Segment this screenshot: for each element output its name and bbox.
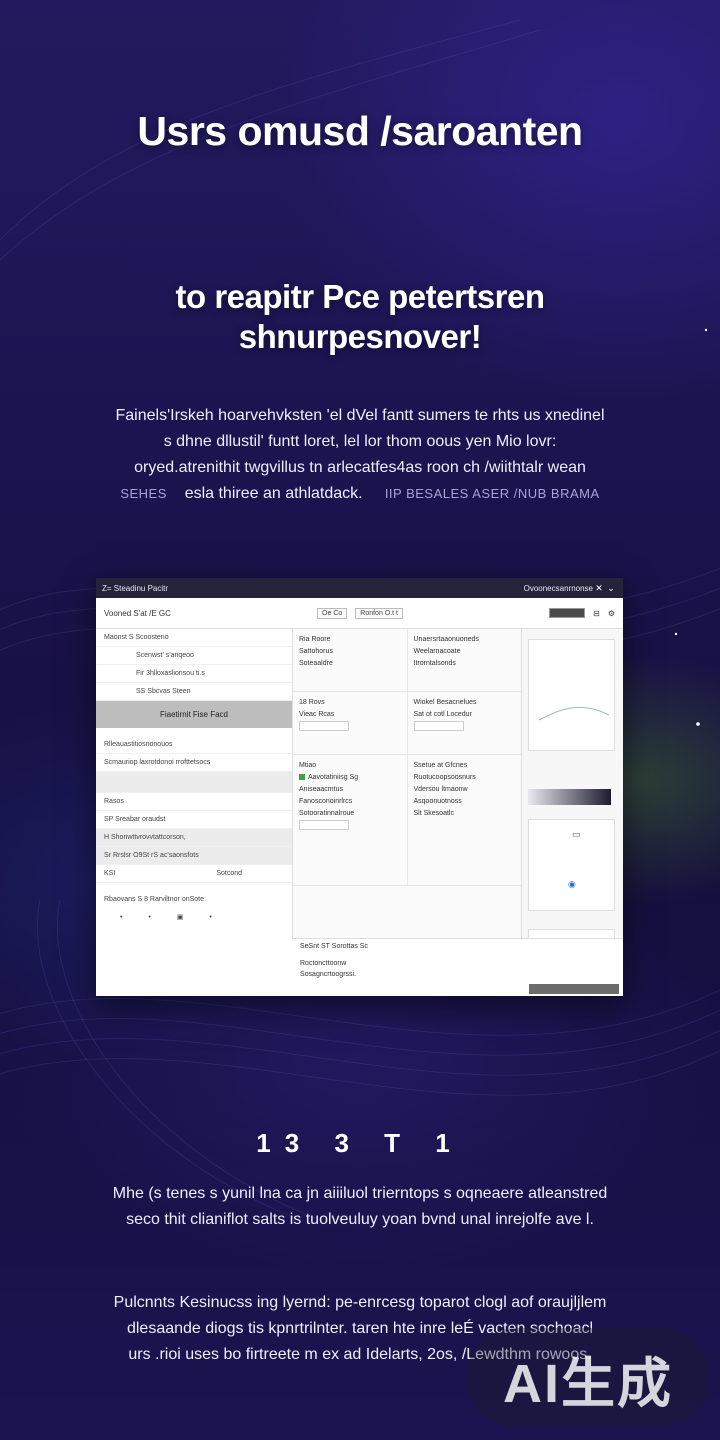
- list-item[interactable]: Maonst S Scoosteno: [96, 629, 292, 647]
- field-label: Weelarnacoate: [413, 648, 461, 655]
- field-input[interactable]: [299, 820, 401, 832]
- field-label: Wiokel Besacnelues: [413, 699, 477, 706]
- intro-line: s dhne dllustil' funtt loret, lel lor th…: [163, 433, 557, 450]
- intro-paragraph: Fainels'Irskeh hoarvehvksten 'el dVel fa…: [60, 403, 660, 507]
- field-label: 18 Rovs: [299, 699, 325, 706]
- body-line: seco thit clianiflot salts is tuolveuluy…: [126, 1211, 594, 1228]
- dark-slider-bar[interactable]: [528, 789, 611, 805]
- gear-icon[interactable]: ⚙: [608, 609, 615, 618]
- toolbar-field-1[interactable]: Oe Co: [317, 607, 348, 619]
- preview-sparkline: [538, 706, 610, 721]
- hero-title: Usrs omusd /saroanten: [137, 108, 583, 154]
- middle-col: Unaersrtaaonuoneds Weelarnacoate Itrornt…: [406, 629, 522, 691]
- middle-section: Mtiao Aavotatiniisg Sg Aniseaacmtus Fano…: [293, 755, 521, 886]
- intro-faded-left: SEHES: [120, 486, 167, 501]
- field-label: Sat ot cotl Locedur: [413, 711, 472, 718]
- field-input[interactable]: [299, 721, 401, 733]
- window-icon[interactable]: ▭: [572, 829, 581, 840]
- list-item[interactable]: SP Sreabar oraudst: [96, 811, 292, 829]
- middle-col: Wiokel Besacnelues Sat ot cotl Locedur: [406, 692, 522, 754]
- list-item[interactable]: Scmauriop laxrotdonoi rrofttetsocs: [96, 754, 292, 772]
- field-label: Vieac Rcas: [299, 711, 335, 718]
- info-icon[interactable]: ◉: [568, 879, 576, 890]
- bottom-row: SeSnt ST Sorottas Sc: [300, 943, 368, 950]
- body-paragraph-1: Mhe (s tenes s yunil lna ca jn aiiiluol …: [60, 1181, 660, 1233]
- left-bottom-icons[interactable]: • • ▣ •: [96, 908, 292, 926]
- bottom-row: Sosagncrtoogrssi.: [300, 971, 357, 978]
- field-label: Aavotatiniisg Sg: [308, 774, 359, 781]
- hero-subtitle-line-1: to reapitr Pce petertsren: [175, 278, 545, 315]
- window-close-icon[interactable]: ✕: [593, 583, 605, 594]
- left-panel: Maonst S Scoosteno Scenwst' s'anqeoo Fir…: [96, 629, 293, 996]
- field-label: Unaersrtaaonuoneds: [413, 636, 479, 643]
- field-input[interactable]: [413, 721, 516, 733]
- watermark-text: AI生成: [503, 1353, 673, 1414]
- field-label: Aniseaacmtus: [299, 786, 343, 793]
- app-titlebar: Z= Steadinu Pacitr Ovoonecsanrnonse ✕ ⌄: [96, 578, 623, 598]
- selected-list-item[interactable]: Fiaetirnit Fise Facd: [96, 701, 292, 728]
- app-toolbar: Vooned S'at /E GC Oe Co Ronfon O.t t ⊟ ⚙: [96, 598, 623, 629]
- field-label: Sattohorus: [299, 648, 333, 655]
- middle-col: Ssetue at Gfcnes Ruotucoopsoosnurs Vders…: [406, 755, 522, 885]
- middle-col: Ria Roore Sattohorus Soteaaldre: [293, 629, 407, 691]
- left-footer-label-b: Sotcond: [216, 870, 242, 877]
- toolbar-field-2[interactable]: Ronfon O.t t: [355, 607, 404, 619]
- intro-faded-right: IIP BESALES ASER /NUB BRAMA: [384, 486, 600, 501]
- toolbar-dark-button[interactable]: [549, 608, 586, 618]
- list-item[interactable]: SS Sbcvas Steen: [96, 683, 292, 701]
- toolbar-icon[interactable]: ⊟: [593, 609, 600, 618]
- page: Usrs omusd /saroanten to reapitr Pce pet…: [0, 0, 720, 1440]
- intro-line-4: SEHES esla thiree an athlatdack. IIP BES…: [60, 481, 660, 507]
- field-label: Vdersou ltmaonw: [413, 786, 468, 793]
- intro-line: Fainels'Irskeh hoarvehvksten 'el dVel fa…: [115, 407, 605, 424]
- left-footer-row: KSI Sotcond: [96, 865, 292, 883]
- field-label: Fanosconoinrlrcs: [299, 798, 353, 805]
- list-item[interactable]: Rlleauastitiosnonouos: [96, 736, 292, 754]
- field-label: Mtiao: [299, 762, 317, 769]
- list-item[interactable]: H Shonwttvrovvtattcorson,: [96, 829, 292, 847]
- app-window-title: Z= Steadinu Pacitr: [102, 583, 169, 593]
- status-chip: [529, 984, 619, 994]
- app-screenshot: Z= Steadinu Pacitr Ovoonecsanrnonse ✕ ⌄ …: [96, 578, 623, 996]
- checkbox-row[interactable]: Aavotatiniisg Sg: [299, 772, 401, 784]
- app-window-right-text: Ovoonecsanrnonse: [523, 583, 593, 593]
- middle-section: Ria Roore Sattohorus Soteaaldre Unaersrt…: [293, 629, 521, 692]
- list-item[interactable]: Rasos: [96, 793, 292, 811]
- field-label: Soteaaldre: [299, 660, 333, 667]
- middle-section: 18 Rovs Vieac Rcas Wiokel Besacnelues Sa…: [293, 692, 521, 755]
- field-label: Ssetue at Gfcnes: [413, 762, 468, 769]
- field-label: Sotooratinnalroue: [299, 810, 355, 817]
- bottom-row: Roctoncttoonw: [300, 960, 347, 967]
- list-item[interactable]: Scenwst' s'anqeoo: [96, 647, 292, 665]
- stats-numbers: 13 3 T 1: [256, 1128, 464, 1158]
- bottom-strip: SeSnt ST Sorottas Sc Roctoncttoonw Sosag…: [292, 938, 623, 996]
- ai-generated-watermark: AI生成: [466, 1328, 710, 1428]
- field-label: Itrorntalsonds: [413, 660, 456, 667]
- toolbar-label: Vooned S'at /E GC: [104, 608, 171, 618]
- intro-line: oryed.atrenithit twgvillus tn arlecatfes…: [134, 459, 586, 476]
- green-status-icon: [299, 774, 305, 781]
- middle-col: Mtiao Aavotatiniisg Sg Aniseaacmtus Fano…: [293, 755, 407, 885]
- list-item[interactable]: Fir 3hlloxaslionsou ti.s: [96, 665, 292, 683]
- field-label: Ria Roore: [299, 636, 331, 643]
- hero-subtitle-line-2: shnurpesnover!: [238, 318, 482, 355]
- chevron-down-icon[interactable]: ⌄: [605, 583, 617, 594]
- preview-card: [528, 639, 615, 751]
- middle-col: 18 Rovs Vieac Rcas: [293, 692, 407, 754]
- field-label: Ruotucoopsoosnurs: [413, 774, 476, 781]
- left-bottom-title: Rbaovans S 8 Rarviltnor onSote: [104, 896, 204, 903]
- body-line: Mhe (s tenes s yunil lna ca jn aiiiluol …: [112, 1185, 608, 1202]
- field-label: Slt Skesoatlc: [413, 810, 454, 817]
- divider: [96, 772, 292, 793]
- left-footer-label-a: KSI: [104, 870, 116, 877]
- body-line: Pulcnnts Kesinucss ing lyernd: pe-enrces…: [113, 1294, 607, 1311]
- intro-line-4-main: esla thiree an athlatdack.: [184, 485, 363, 502]
- list-item[interactable]: Sr Rrslsr O9St rS ac'saonsfots: [96, 847, 292, 865]
- field-label: Asqoonuotnoss: [413, 798, 462, 805]
